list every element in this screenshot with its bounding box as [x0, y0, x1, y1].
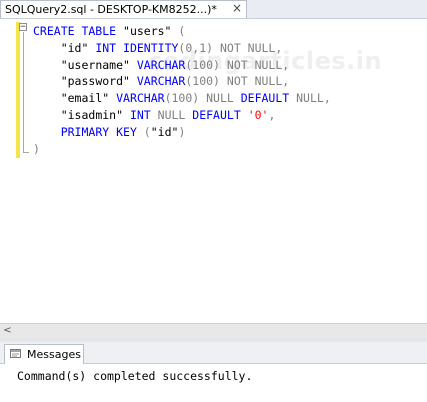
tab-title: SQLQuery2.sql - DESKTOP-KM8252...)* [5, 3, 217, 16]
document-tabstrip: SQLQuery2.sql - DESKTOP-KM8252...)* × [0, 0, 427, 19]
tab-sqlquery2[interactable]: SQLQuery2.sql - DESKTOP-KM8252...)* × [0, 0, 247, 18]
code-line-5: "email" VARCHAR(100) NULL DEFAULT NULL, [60, 91, 331, 106]
change-tracking-bar [16, 22, 20, 158]
messages-tab-label: Messages [27, 348, 81, 361]
code-line-3: "username" VARCHAR(100) NOT NULL, [60, 57, 290, 72]
messages-icon [10, 349, 21, 358]
code-line-4: "password" VARCHAR(100) NOT NULL, [60, 74, 290, 89]
results-tabbar: Messages [0, 342, 427, 364]
tab-messages[interactable]: Messages [4, 344, 84, 364]
query-editor[interactable]: − codingarticles.in CREATE TABLE "users"… [0, 19, 427, 323]
fold-guide-end [23, 152, 29, 153]
code-line-8: ) [33, 141, 40, 156]
code-line-2: "id" INT IDENTITY(0,1) NOT NULL, [60, 40, 283, 55]
collapse-icon[interactable]: − [19, 23, 27, 32]
horizontal-scrollbar[interactable]: < [0, 323, 427, 338]
code-line-7: PRIMARY KEY ("id") [60, 124, 186, 139]
messages-text: Command(s) completed successfully. [17, 369, 253, 383]
code-line-1: CREATE TABLE "users" ( [33, 24, 186, 38]
editor-gutter [0, 19, 15, 323]
code-line-6: "isadmin" INT NULL DEFAULT '0', [60, 107, 276, 122]
scroll-left-icon[interactable]: < [2, 324, 13, 338]
messages-pane: Command(s) completed successfully. [0, 364, 427, 402]
close-icon[interactable]: × [232, 0, 242, 17]
sql-code: CREATE TABLE "users" ( "id" INT IDENTITY… [33, 23, 331, 157]
fold-guide [23, 32, 25, 152]
